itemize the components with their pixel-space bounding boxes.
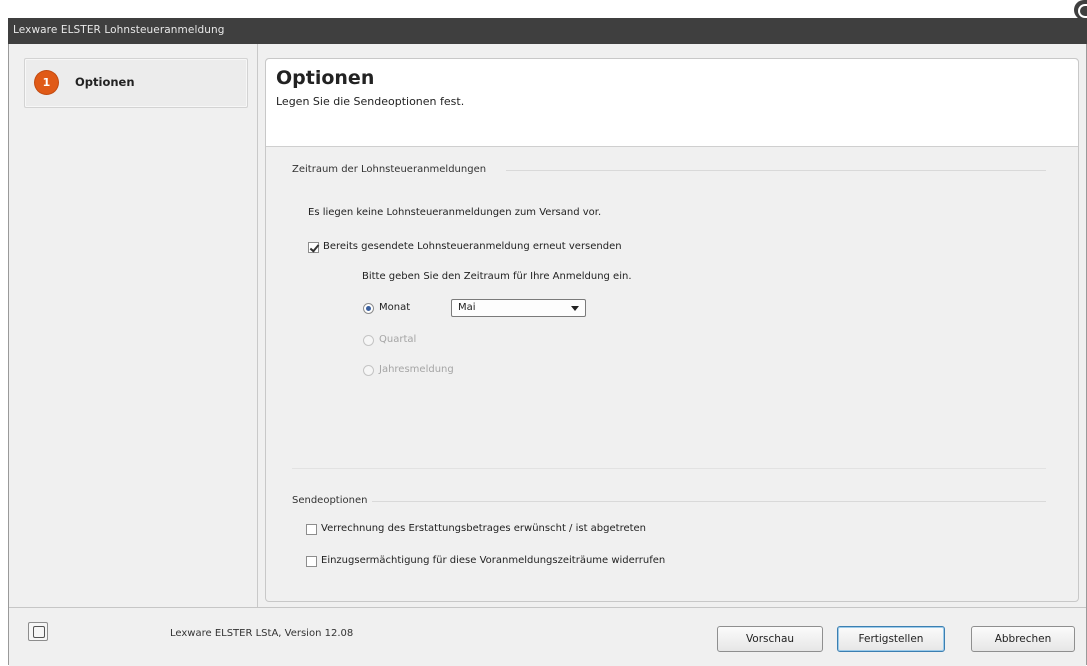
radio-jahresmeldung[interactable]	[363, 365, 374, 376]
radio-monat-label[interactable]: Monat	[379, 302, 410, 313]
wizard-sidebar: 1 Optionen	[9, 44, 258, 607]
preview-button[interactable]: Vorschau	[717, 626, 823, 652]
wizard-window: 1 Optionen Optionen Legen Sie die Sendeo…	[8, 44, 1087, 666]
offset-refund-label[interactable]: Verrechnung des Erstattungsbetrages erwü…	[321, 523, 646, 534]
period-group-divider	[506, 170, 1046, 171]
radio-monat[interactable]	[363, 303, 374, 314]
radio-quartal[interactable]	[363, 335, 374, 346]
send-group-divider	[372, 501, 1046, 502]
window-title: Lexware ELSTER Lohnsteueranmeldung	[13, 24, 225, 36]
send-group-title: Sendeoptionen	[292, 495, 368, 506]
page-subtitle: Legen Sie die Sendeoptionen fest.	[276, 95, 465, 108]
step-label: Optionen	[75, 75, 135, 89]
window-control-icon[interactable]	[1074, 0, 1087, 20]
cancel-button[interactable]: Abbrechen	[971, 626, 1075, 652]
period-group-title: Zeitraum der Lohnsteueranmeldungen	[292, 164, 487, 175]
page-header: Optionen Legen Sie die Sendeoptionen fes…	[266, 59, 1078, 147]
revoke-debit-label[interactable]: Einzugsermächtigung für diese Voranmeldu…	[321, 555, 665, 566]
wizard-footer: Lexware ELSTER LStA, Version 12.08 Vorsc…	[9, 607, 1086, 666]
radio-quartal-label: Quartal	[379, 334, 417, 345]
sidebar-step-options[interactable]: 1 Optionen	[24, 58, 248, 108]
month-select[interactable]: Mai	[451, 299, 586, 317]
finish-button[interactable]: Fertigstellen	[837, 626, 945, 652]
revoke-debit-checkbox[interactable]	[306, 556, 317, 567]
main-panel: Optionen Legen Sie die Sendeoptionen fes…	[265, 58, 1079, 602]
offset-refund-checkbox[interactable]	[306, 524, 317, 535]
resend-checkbox[interactable]	[308, 242, 319, 253]
window-titlebar: Lexware ELSTER Lohnsteueranmeldung	[8, 18, 1087, 44]
page-title: Optionen	[276, 67, 375, 89]
no-returns-info: Es liegen keine Lohnsteueranmeldungen zu…	[308, 207, 602, 218]
version-text: Lexware ELSTER LStA, Version 12.08	[170, 628, 354, 639]
period-prompt: Bitte geben Sie den Zeitraum für Ihre An…	[362, 271, 632, 282]
chevron-down-icon	[571, 306, 579, 311]
step-number-badge: 1	[35, 71, 58, 94]
group-separator	[292, 468, 1046, 469]
resend-checkbox-label[interactable]: Bereits gesendete Lohnsteueranmeldung er…	[323, 241, 622, 252]
radio-jahresmeldung-label: Jahresmeldung	[379, 364, 454, 375]
month-select-value: Mai	[458, 302, 476, 313]
help-book-icon[interactable]	[28, 622, 48, 641]
